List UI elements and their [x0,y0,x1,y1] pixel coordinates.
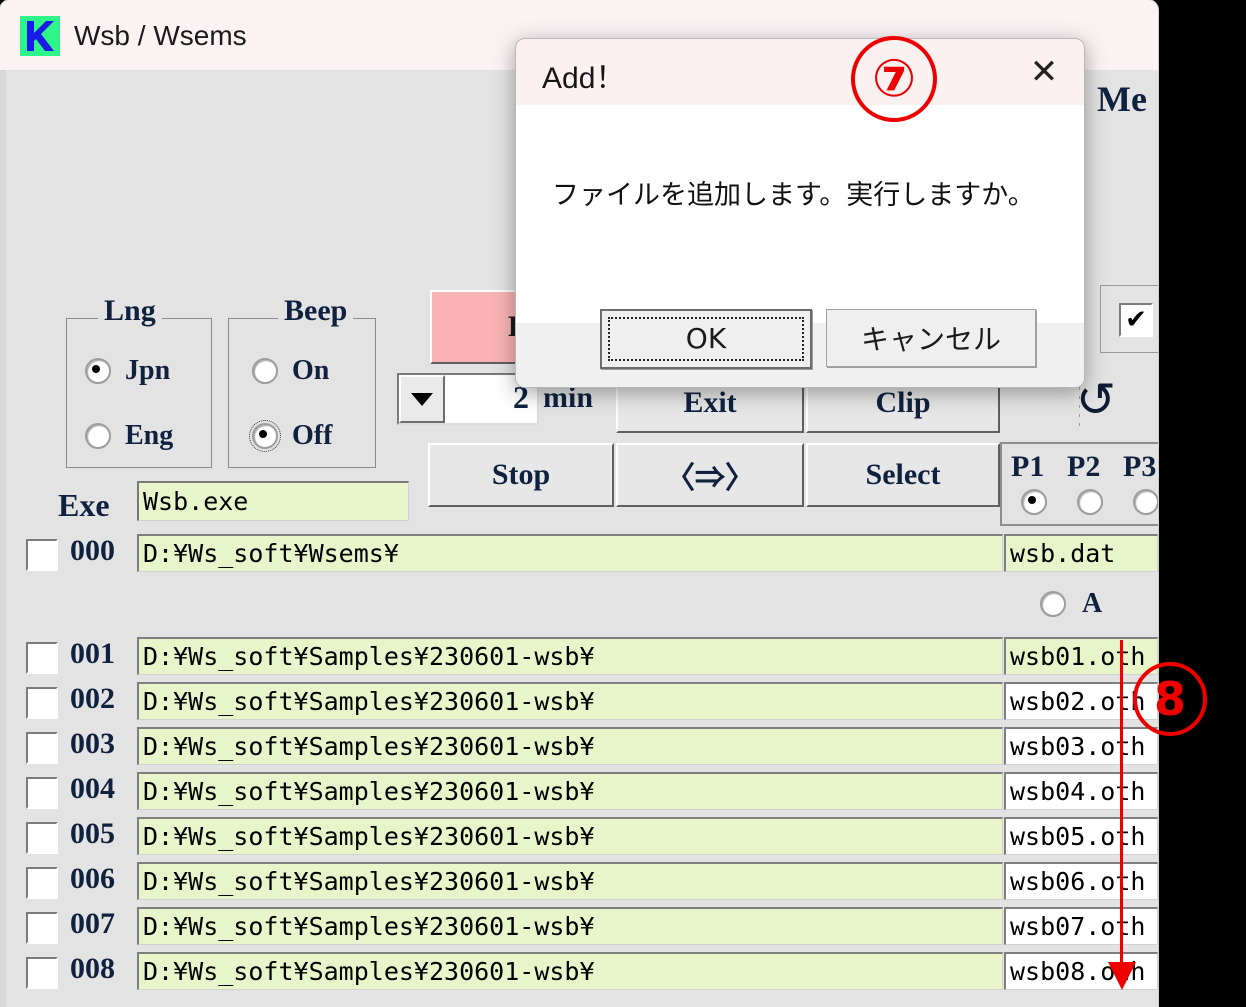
ok-button[interactable]: OK [600,309,812,369]
row-checkbox[interactable] [26,732,58,764]
port-label-p2: P2 [1067,450,1100,484]
row-checkbox[interactable] [26,957,58,989]
port-radio-p3[interactable] [1133,489,1158,515]
row-file-input[interactable]: wsb07.oth [1004,907,1158,945]
dialog-message: ファイルを追加します。実行しますか。 [552,173,1035,212]
beep-off-radio-indicator[interactable] [252,423,278,449]
row-number: 002 [70,682,115,716]
a-radio-label: A [1082,588,1102,620]
annotation-arrow-head [1108,962,1136,990]
row-number: 005 [70,817,115,851]
memo-label: Me [1097,78,1147,120]
a-radio-indicator[interactable] [1040,591,1066,617]
dialog-body: ファイルを追加します。実行しますか。 [516,105,1084,323]
radio-lng-jpn[interactable]: Jpn [85,355,170,387]
row-number: 000 [70,534,115,568]
port-radio-p1[interactable] [1021,489,1047,515]
annotation-step-7: ⑦ [851,36,937,122]
app-logo-icon [20,16,60,56]
beep-on-radio-indicator[interactable] [252,358,278,384]
screenshot-root: Wsb / Wsems Me Lng Jpn Eng Beep On Off [0,0,1246,1007]
lng-jpn-radio-indicator[interactable] [85,358,111,384]
row-path-input[interactable]: D:¥Ws_soft¥Samples¥230601-wsb¥ [137,637,1003,675]
radio-lng-eng[interactable]: Eng [85,420,173,452]
top-right-checkbox[interactable]: ✔ [1119,303,1153,337]
exe-label: Exe [58,487,110,524]
table-row[interactable]: 008 D:¥Ws_soft¥Samples¥230601-wsb¥ wsb08… [0,950,1158,994]
ok-button-label: OK [608,317,804,361]
add-confirmation-dialog: Add！ ✕ ファイルを追加します。実行しますか。 OK キャンセル [515,38,1085,388]
a-radio-row[interactable]: A [1040,588,1102,620]
dialog-title: Add！ [542,53,625,97]
port-radio-p2[interactable] [1077,489,1103,515]
annotation-step-8: 8 [1133,662,1207,736]
row-number: 007 [70,907,115,941]
dialog-footer: OK キャンセル [516,323,1084,387]
row-file-input[interactable]: wsb01.oth [1004,637,1158,675]
port-label-p1: P1 [1011,450,1044,484]
table-row[interactable]: 003 D:¥Ws_soft¥Samples¥230601-wsb¥ wsb03… [0,725,1158,769]
chevron-down-icon[interactable] [399,375,445,423]
row-checkbox[interactable] [26,867,58,899]
row-path-input[interactable]: D:¥Ws_soft¥Samples¥230601-wsb¥ [137,952,1003,990]
exe-input[interactable]: Wsb.exe [137,481,409,521]
row-path-input[interactable]: D:¥Ws_soft¥Wsems¥ [137,534,1003,572]
radio-beep-off[interactable]: Off [252,420,332,452]
row-file-input[interactable]: wsb.dat [1004,534,1158,572]
lng-jpn-label: Jpn [125,355,170,387]
port-label-p3: P3 [1123,450,1156,484]
row-file-input[interactable]: wsb04.oth [1004,772,1158,810]
table-row[interactable]: 004 D:¥Ws_soft¥Samples¥230601-wsb¥ wsb04… [0,770,1158,814]
radio-beep-on[interactable]: On [252,355,329,387]
row-checkbox[interactable] [26,687,58,719]
beep-group-title: Beep [278,294,353,328]
lng-eng-label: Eng [125,420,173,452]
row-path-input[interactable]: D:¥Ws_soft¥Samples¥230601-wsb¥ [137,727,1003,765]
table-row[interactable]: 006 D:¥Ws_soft¥Samples¥230601-wsb¥ wsb06… [0,860,1158,904]
window-title: Wsb / Wsems [74,16,247,56]
row-path-input[interactable]: D:¥Ws_soft¥Samples¥230601-wsb¥ [137,817,1003,855]
row-number: 008 [70,952,115,986]
row-checkbox[interactable] [26,642,58,674]
table-row[interactable]: 007 D:¥Ws_soft¥Samples¥230601-wsb¥ wsb07… [0,905,1158,949]
row-checkbox[interactable] [26,777,58,809]
row-checkbox[interactable] [26,912,58,944]
swap-button[interactable]: 〈⇒〉 [616,443,804,507]
row-file-input[interactable]: wsb03.oth [1004,727,1158,765]
row-checkbox[interactable] [26,822,58,854]
select-button[interactable]: Select [806,443,1000,507]
row-path-input[interactable]: D:¥Ws_soft¥Samples¥230601-wsb¥ [137,772,1003,810]
table-row[interactable]: 001 D:¥Ws_soft¥Samples¥230601-wsb¥ wsb01… [0,635,1158,679]
annotation-arrow-line [1120,640,1123,970]
cancel-button[interactable]: キャンセル [826,309,1036,367]
stop-button[interactable]: Stop [428,443,614,507]
row-checkbox[interactable] [26,539,58,571]
table-row[interactable]: 002 D:¥Ws_soft¥Samples¥230601-wsb¥ wsb02… [0,680,1158,724]
table-row[interactable]: 005 D:¥Ws_soft¥Samples¥230601-wsb¥ wsb05… [0,815,1158,859]
row-path-input[interactable]: D:¥Ws_soft¥Samples¥230601-wsb¥ [137,682,1003,720]
row-path-input[interactable]: D:¥Ws_soft¥Samples¥230601-wsb¥ [137,907,1003,945]
row-number: 006 [70,862,115,896]
row-number: 004 [70,772,115,806]
row-file-input[interactable]: wsb06.oth [1004,862,1158,900]
row-number: 003 [70,727,115,761]
row-path-input[interactable]: D:¥Ws_soft¥Samples¥230601-wsb¥ [137,862,1003,900]
lng-eng-radio-indicator[interactable] [85,423,111,449]
row-number: 001 [70,637,115,671]
row-file-input[interactable]: wsb05.oth [1004,817,1158,855]
beep-off-label: Off [292,420,332,452]
beep-on-label: On [292,355,329,387]
close-icon[interactable]: ✕ [1014,49,1074,95]
table-row[interactable]: 000 D:¥Ws_soft¥Wsems¥ wsb.dat [0,532,1158,576]
lng-group-title: Lng [98,294,162,328]
